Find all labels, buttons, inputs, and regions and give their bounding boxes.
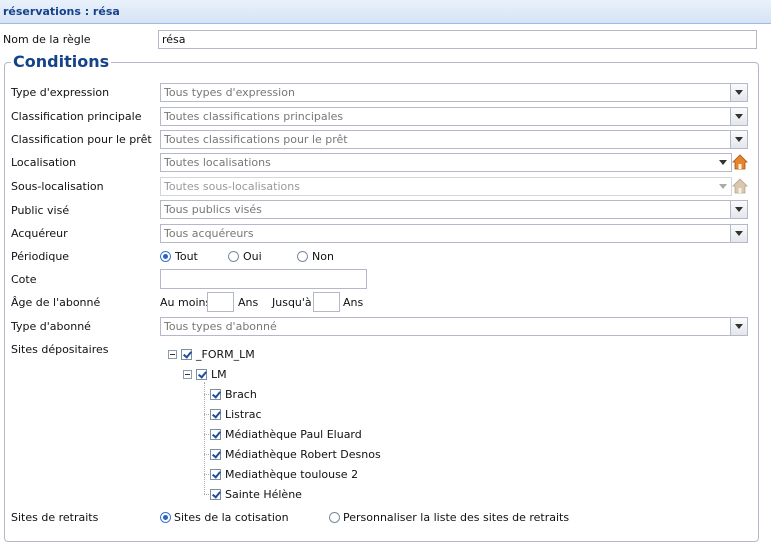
tree-leaf-checkbox[interactable] [210,429,221,440]
age-max-input[interactable] [313,292,340,312]
age-min-label: Au moins [160,296,212,309]
type-abonne-select[interactable]: Tous types d'abonné [160,317,748,336]
chevron-down-icon[interactable] [715,154,731,171]
minus-icon[interactable] [183,370,192,379]
age-min-input[interactable] [207,292,234,312]
chevron-down-icon[interactable] [730,201,747,218]
tree-leaf-checkbox[interactable] [210,489,221,500]
age-label: Âge de l'abonné [11,296,101,309]
age-unit-min: Ans [238,296,259,309]
tree-line [204,454,209,455]
type-expression-value: Tous types d'expression [164,86,295,99]
sites-retraits-radio-personnaliser[interactable] [329,512,340,523]
tree-leaf-label: Listrac [225,408,262,421]
type-expression-select[interactable]: Tous types d'expression [160,83,748,102]
tree-leaf-checkbox[interactable] [210,449,221,460]
classif-principale-value: Toutes classifications principales [164,110,344,123]
sites-retraits-label: Sites de retraits [11,511,99,524]
tree-line [204,414,209,415]
sites-retraits-option-cotisation: Sites de la cotisation [174,511,289,524]
type-expression-label: Type d'expression [11,86,110,99]
periodique-option-oui: Oui [243,250,262,263]
classif-principale-select[interactable]: Toutes classifications principales [160,107,748,126]
tree-root-label: _FORM_LM [196,348,255,361]
tree-leaf-label: Sainte Hélène [225,488,302,501]
classif-pret-select[interactable]: Toutes classifications pour le prêt [160,130,748,149]
tree-leaf-checkbox[interactable] [210,469,221,480]
type-abonne-value: Tous types d'abonné [164,320,277,333]
periodique-radio-oui[interactable] [228,251,239,262]
classif-principale-label: Classification principale [11,110,142,123]
periodique-radio-non[interactable] [297,251,308,262]
home-icon[interactable] [732,178,748,194]
panel-title-bar: réservations : résa [0,0,771,24]
rule-name-value: résa [162,33,186,46]
tree-leaf-label: Mediathèque toulouse 2 [225,468,359,481]
localisation-select[interactable]: Toutes localisations [160,153,732,172]
minus-icon[interactable] [168,350,177,359]
chevron-down-icon[interactable] [730,225,747,242]
tree-leaf-label: Médiathèque Robert Desnos [225,448,381,461]
acquereur-value: Tous acquéreurs [164,227,254,240]
classif-pret-value: Toutes classifications pour le prêt [164,133,348,146]
tree-group-checkbox[interactable] [196,369,207,380]
periodique-label: Périodique [11,250,70,263]
tree-group-label: LM [211,368,227,381]
public-vise-value: Tous publics visés [164,203,262,216]
age-max-label: Jusqu'à [272,296,312,309]
acquereur-label: Acquéreur [11,227,68,240]
rule-name-label: Nom de la règle [3,33,91,46]
localisation-value: Toutes localisations [164,156,271,169]
home-icon[interactable] [732,154,748,170]
chevron-down-icon[interactable] [715,178,731,195]
localisation-label: Localisation [11,156,77,169]
rule-name-input[interactable]: résa [158,30,757,49]
acquereur-select[interactable]: Tous acquéreurs [160,224,748,243]
cote-input[interactable] [160,269,367,289]
periodique-radio-tout[interactable] [160,251,171,262]
periodique-option-non: Non [312,250,334,263]
public-vise-label: Public visé [11,204,70,217]
tree-leaf-checkbox[interactable] [210,409,221,420]
tree-line [204,434,209,435]
chevron-down-icon[interactable] [730,84,747,101]
sous-localisation-label: Sous-localisation [11,180,104,193]
tree-line [204,394,209,395]
sites-retraits-option-personnaliser: Personnaliser la liste des sites de retr… [343,511,570,524]
sites-retraits-radio-cotisation[interactable] [160,512,171,523]
tree-line [204,382,205,494]
tree-root-checkbox[interactable] [181,349,192,360]
tree-leaf-checkbox[interactable] [210,389,221,400]
chevron-down-icon[interactable] [730,131,747,148]
periodique-option-tout: Tout [175,250,198,263]
classif-pret-label: Classification pour le prêt [11,133,152,146]
sites-depositaires-label: Sites dépositaires [11,343,109,356]
tree-leaf-label: Médiathèque Paul Eluard [225,428,362,441]
age-unit-max: Ans [343,296,364,309]
conditions-title: Conditions [11,52,112,71]
cote-label: Cote [11,273,37,286]
sous-localisation-select[interactable]: Toutes sous-localisations [160,177,732,196]
chevron-down-icon[interactable] [730,108,747,125]
tree-line [204,494,209,495]
sous-localisation-value: Toutes sous-localisations [164,180,300,193]
panel-title: réservations : résa [3,5,120,18]
public-vise-select[interactable]: Tous publics visés [160,200,748,219]
type-abonne-label: Type d'abonné [11,320,91,333]
chevron-down-icon[interactable] [730,318,747,335]
tree-line [204,474,209,475]
tree-leaf-label: Brach [225,388,257,401]
